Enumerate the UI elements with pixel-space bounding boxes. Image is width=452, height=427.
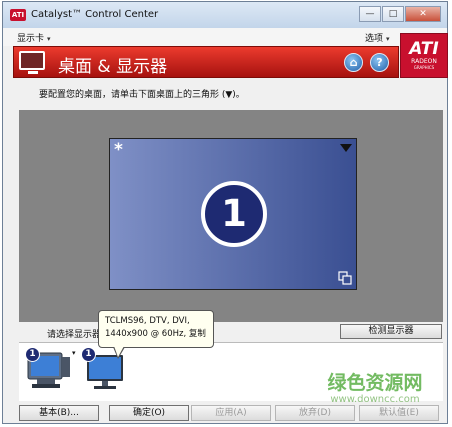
display-number-badge: 1 — [201, 181, 267, 247]
basic-button[interactable]: 基本(B)... — [19, 405, 99, 421]
options-menu-label: 选项 — [365, 34, 384, 44]
instruction-text: 要配置您的桌面，请单击下面桌面上的三角形 (▼)。 — [39, 90, 245, 100]
help-icon: ? — [376, 56, 383, 69]
menu-bar: 显示卡 ▾ 选项 ▾ — [3, 28, 447, 46]
tooltip-tail-inner — [114, 346, 124, 357]
maximize-button[interactable]: □ — [382, 6, 404, 22]
window-title: Catalyst™ Control Center — [31, 9, 159, 20]
dialog-buttons: 基本(B)... 确定(O) 应用(A) 放弃(D) 默认值(E) — [19, 405, 443, 421]
desktop-area: * 1 — [19, 110, 443, 322]
chevron-down-icon: ▾ — [47, 35, 51, 43]
monitor-number-badge: 1 — [81, 347, 96, 362]
graphics-card-menu[interactable]: 显示卡 ▾ — [17, 31, 51, 44]
select-monitor-label: 请选择显示器 — [47, 330, 102, 340]
help-button[interactable]: ? — [370, 53, 389, 72]
site-watermark: 绿色资源网 www.downcc.com — [300, 372, 450, 406]
multi-window-icon — [338, 271, 352, 285]
tooltip-line2: 1440x900 @ 60Hz, 复制 — [105, 329, 206, 339]
minimize-button[interactable]: — — [359, 6, 381, 22]
home-button[interactable]: ⌂ — [344, 53, 363, 72]
triangle-down-icon[interactable] — [340, 144, 352, 152]
window-controls: — □ ✕ — [358, 6, 441, 22]
chevron-down-icon: ▾ — [386, 35, 390, 43]
title-bar[interactable]: ATI Catalyst™ Control Center — □ ✕ — [3, 2, 447, 28]
detect-displays-button[interactable]: 检测显示器 — [340, 324, 442, 339]
minimize-icon: — — [365, 9, 375, 19]
ati-radeon-logo: ATI RADEON GRAPHICS — [400, 33, 448, 78]
discard-button[interactable]: 放弃(D) — [275, 405, 355, 421]
display-1-desktop[interactable]: * 1 — [109, 138, 357, 290]
page-title: 桌面 & 显示器 — [58, 57, 168, 77]
logo-brand: ATI — [409, 39, 439, 59]
defaults-button[interactable]: 默认值(E) — [359, 405, 439, 421]
monitor-tooltip: TCLMS96, DTV, DVI, 1440x900 @ 60Hz, 复制 — [98, 310, 214, 348]
catalyst-window: ATI Catalyst™ Control Center — □ ✕ 显示卡 ▾ … — [2, 1, 448, 424]
tooltip-line1: TCLMS96, DTV, DVI, — [105, 316, 190, 326]
monitor-number-badge: 1 — [25, 347, 40, 362]
close-icon: ✕ — [419, 9, 427, 19]
watermark-text: 绿色资源网 — [327, 372, 423, 394]
chevron-down-icon[interactable]: ▾ — [72, 349, 76, 357]
apply-button[interactable]: 应用(A) — [191, 405, 271, 421]
ok-button[interactable]: 确定(O) — [109, 405, 189, 421]
graphics-card-menu-label: 显示卡 — [17, 34, 45, 44]
close-button[interactable]: ✕ — [405, 6, 441, 22]
monitor-thumbnail-1[interactable]: 1 ▾ — [25, 347, 76, 395]
logo-line2: GRAPHICS — [413, 65, 435, 70]
options-menu[interactable]: 选项 ▾ — [365, 31, 390, 44]
watermark-url: www.downcc.com — [330, 394, 420, 405]
logo-line1: RADEON — [411, 58, 437, 65]
home-icon: ⌂ — [349, 56, 358, 69]
page-header-banner: 桌面 & 显示器 ⌂ ? — [13, 46, 399, 78]
primary-display-marker: * — [114, 140, 123, 160]
monitor-stand-icon — [28, 71, 38, 74]
maximize-icon: □ — [388, 9, 398, 19]
ati-app-icon: ATI — [10, 9, 26, 21]
monitor-icon — [19, 51, 45, 70]
